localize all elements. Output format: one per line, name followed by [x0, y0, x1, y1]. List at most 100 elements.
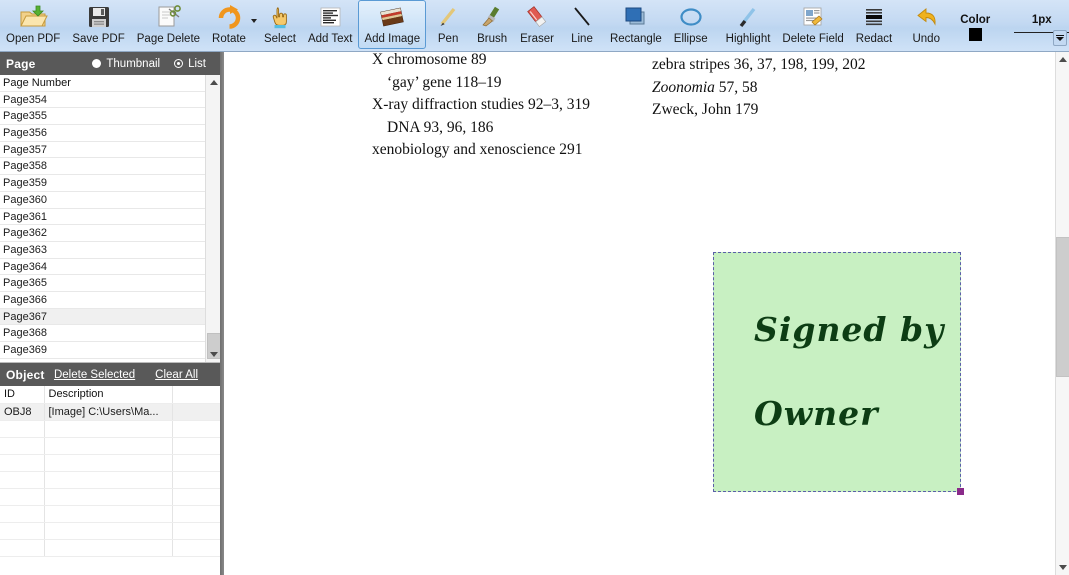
page-list-item[interactable]: Page356	[0, 125, 205, 142]
object-col-description: Description	[44, 386, 173, 404]
document-viewport[interactable]: X chromosome 89 ‘gay’ gene 118–19 X-ray di…	[224, 52, 1057, 575]
toolbar-group-edit: Select Add Text Add Image	[258, 0, 427, 52]
object-list-container: ID Description OBJ8 [Image] C:\Users\Ma..…	[0, 386, 222, 575]
page-list-item[interactable]: Page354	[0, 92, 205, 109]
eraser-tool-button[interactable]: Eraser	[514, 0, 560, 49]
save-pdf-label: Save PDF	[72, 33, 125, 45]
radio-thumbnail[interactable]: Thumbnail	[92, 58, 160, 70]
undo-button[interactable]: Undo	[904, 0, 948, 49]
page-list-item[interactable]: Page369	[0, 342, 205, 359]
page-list-item[interactable]: Page363	[0, 242, 205, 259]
hand-pointer-icon	[264, 4, 296, 30]
object-empty-cell	[0, 454, 45, 472]
toolbar-group-draw: Pen Brush Eraser Line Rectangle Ellipse	[426, 0, 714, 52]
rotate-icon	[213, 4, 245, 30]
object-table-empty-row[interactable]	[0, 488, 222, 506]
eraser-icon	[521, 4, 553, 30]
page-list-item[interactable]: Page366	[0, 292, 205, 309]
object-table-empty-row[interactable]	[0, 437, 222, 455]
page-list-item[interactable]: Page362	[0, 225, 205, 242]
undo-label: Undo	[912, 33, 940, 45]
object-table-empty-row[interactable]	[0, 539, 222, 557]
object-empty-cell	[44, 471, 173, 489]
main-toolbar: Open PDF Save PDF Page Delete Rotate Sel…	[0, 0, 1069, 52]
signature-image-object[interactable]: Signed by Owner	[713, 252, 964, 495]
object-empty-cell	[44, 437, 173, 455]
radio-list[interactable]: List	[174, 58, 206, 70]
clear-all-link[interactable]: Clear All	[155, 369, 198, 381]
page-list-item[interactable]: Page357	[0, 142, 205, 159]
object-table-empty-row[interactable]	[0, 454, 222, 472]
open-pdf-button[interactable]: Open PDF	[0, 0, 66, 49]
chevron-down-icon[interactable]	[250, 19, 257, 23]
index-left-column: X chromosome 89 ‘gay’ gene 118–19 X-ray di…	[372, 52, 590, 162]
object-row-extra	[172, 403, 222, 421]
page-list-container: Page Number Page354 Page355 Page356 Page357…	[0, 75, 222, 363]
color-picker[interactable]: Color	[948, 0, 1002, 41]
page-delete-icon	[152, 4, 184, 30]
object-table-row[interactable]: OBJ8 [Image] C:\Users\Ma...	[0, 403, 222, 421]
rotate-button[interactable]: Rotate	[206, 0, 257, 49]
page-delete-label: Page Delete	[136, 33, 201, 45]
object-empty-cell	[0, 522, 45, 540]
page-list-scrollbar[interactable]	[205, 75, 221, 362]
object-empty-cell	[0, 437, 45, 455]
redact-icon	[858, 4, 890, 30]
page-list-item[interactable]: Page367	[0, 308, 205, 326]
line-width-picker[interactable]: 1px	[1002, 0, 1069, 33]
page-list: Page Number Page354 Page355 Page356 Page357…	[0, 75, 205, 359]
scroll-up-arrow-icon[interactable]	[1056, 52, 1069, 67]
pen-label: Pen	[437, 33, 459, 45]
object-table-header-row: ID Description	[0, 386, 222, 404]
rectangle-label: Rectangle	[609, 33, 662, 45]
highlight-marker-icon	[732, 4, 764, 30]
brush-tool-button[interactable]: Brush	[470, 0, 514, 49]
object-empty-cell	[172, 539, 222, 557]
rectangle-tool-button[interactable]: Rectangle	[604, 0, 668, 49]
add-image-button[interactable]: Add Image	[358, 0, 427, 49]
object-empty-cell	[44, 505, 173, 523]
color-swatch[interactable]	[968, 28, 982, 41]
radio-dot-icon	[92, 59, 102, 68]
object-empty-cell	[44, 539, 173, 557]
page-list-item[interactable]: Page355	[0, 108, 205, 126]
index-entry: DNA 93, 96, 186	[387, 118, 494, 136]
object-table-empty-row[interactable]	[0, 471, 222, 489]
delete-field-icon	[797, 4, 829, 30]
object-empty-cell	[0, 488, 45, 506]
redact-tool-button[interactable]: Redact	[850, 0, 898, 49]
delete-field-button[interactable]: Delete Field	[776, 0, 849, 49]
page-list-item[interactable]: Page359	[0, 175, 205, 192]
page-list-item[interactable]: Page361	[0, 209, 205, 226]
save-pdf-button[interactable]: Save PDF	[66, 0, 130, 49]
add-text-button[interactable]: Add Text	[302, 0, 359, 49]
line-tool-button[interactable]: Line	[560, 0, 604, 49]
delete-selected-link[interactable]: Delete Selected	[54, 369, 135, 381]
resize-handle[interactable]	[957, 488, 964, 495]
object-table-empty-row[interactable]	[0, 522, 222, 540]
object-table-empty-row[interactable]	[0, 505, 222, 523]
redact-label: Redact	[855, 33, 893, 45]
document-scroll-thumb[interactable]	[1056, 237, 1069, 377]
scroll-down-arrow-icon[interactable]	[1056, 560, 1069, 575]
index-right-column: zebra stripes 36, 37, 198, 199, 202 Zoono…	[652, 54, 866, 122]
page-list-item[interactable]: Page365	[0, 275, 205, 292]
page-list-item[interactable]: Page368	[0, 325, 205, 342]
object-panel-header: Object Delete Selected Clear All	[0, 363, 222, 386]
open-folder-icon	[17, 4, 49, 30]
page-list-item[interactable]: Page360	[0, 192, 205, 209]
select-tool-button[interactable]: Select	[258, 0, 302, 49]
add-image-icon	[376, 4, 408, 30]
ellipse-tool-button[interactable]: Ellipse	[668, 0, 714, 49]
toolbar-overflow-button[interactable]	[1053, 30, 1067, 46]
object-empty-cell	[0, 420, 45, 438]
highlight-tool-button[interactable]: Highlight	[720, 0, 777, 49]
page-rows: Page354 Page355 Page356 Page357 Page358 Page3…	[0, 92, 205, 359]
brush-icon	[476, 4, 508, 30]
page-delete-button[interactable]: Page Delete	[131, 0, 206, 49]
page-list-item[interactable]: Page358	[0, 158, 205, 176]
document-scrollbar[interactable]	[1055, 52, 1069, 575]
pen-tool-button[interactable]: Pen	[426, 0, 470, 49]
page-list-item[interactable]: Page364	[0, 259, 205, 276]
object-table-empty-row[interactable]	[0, 420, 222, 438]
